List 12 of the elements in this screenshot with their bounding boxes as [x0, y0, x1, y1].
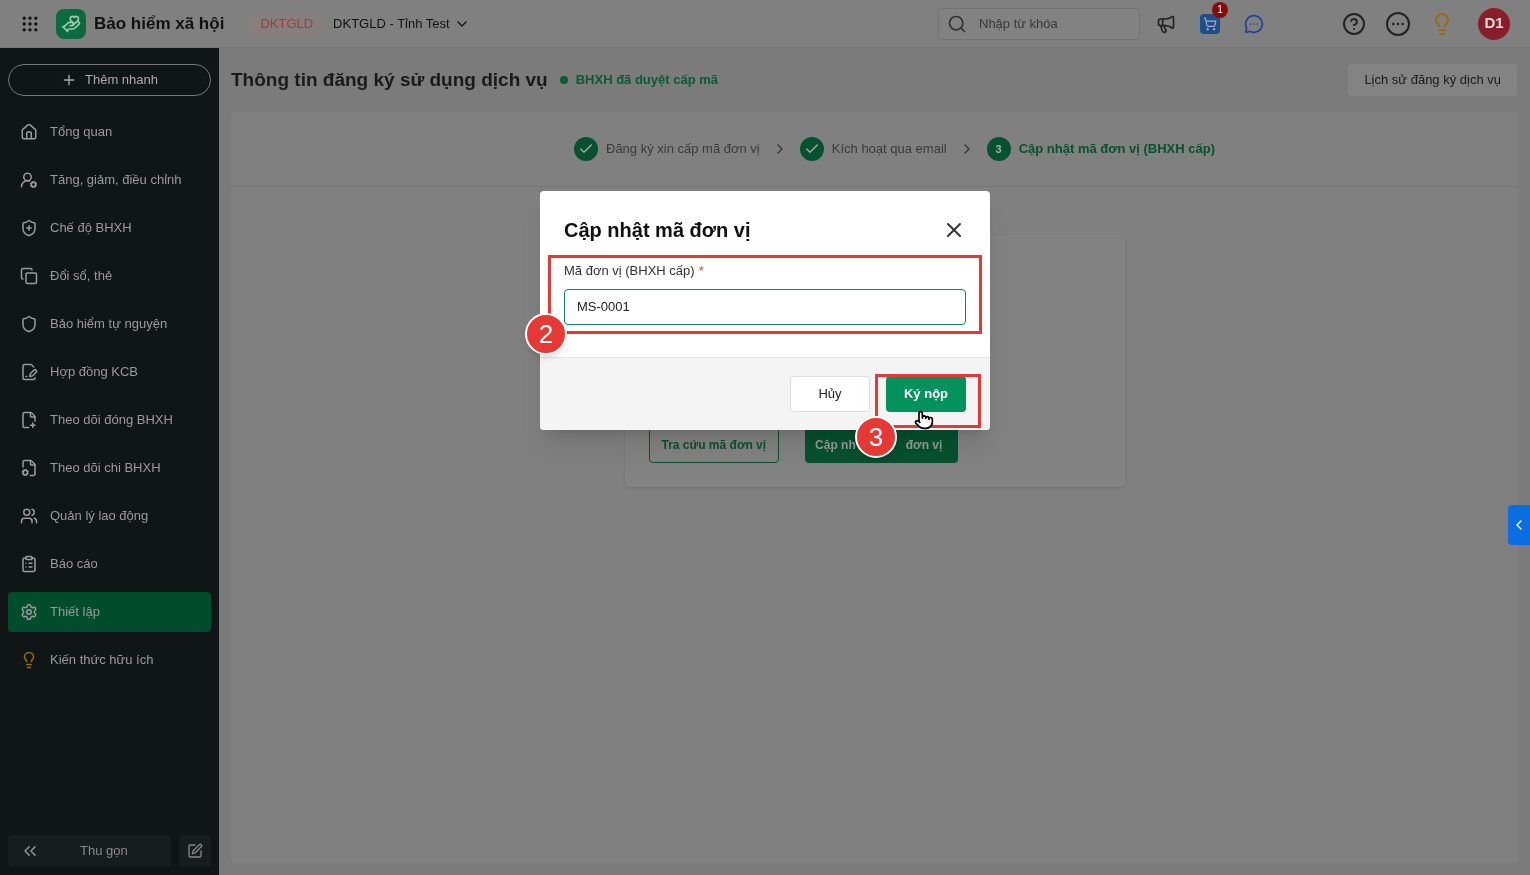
notification-badge: 1: [1212, 1, 1228, 18]
status-text: BHXH đã duyệt cấp mã: [575, 71, 719, 90]
step-label: Kích hoạt qua email: [831, 140, 947, 159]
required-mark: *: [698, 262, 704, 280]
step-label: Cập nhật mã đơn vị (BHXH cấp): [1018, 140, 1215, 159]
field-label: Mã đơn vị (BHXH cấp): [564, 262, 695, 280]
org-code-badge: DKTGLD: [248, 11, 326, 36]
page-title: Thông tin đăng ký sử dụng dịch vụ: [231, 67, 548, 92]
step-number: 3: [986, 137, 1011, 161]
dialog-title: Cập nhật mã đơn vị: [564, 218, 751, 243]
app-name: Bảo hiểm xã hội: [94, 12, 225, 35]
step-label: Đăng ký xin cấp mã đơn vị: [606, 140, 760, 159]
